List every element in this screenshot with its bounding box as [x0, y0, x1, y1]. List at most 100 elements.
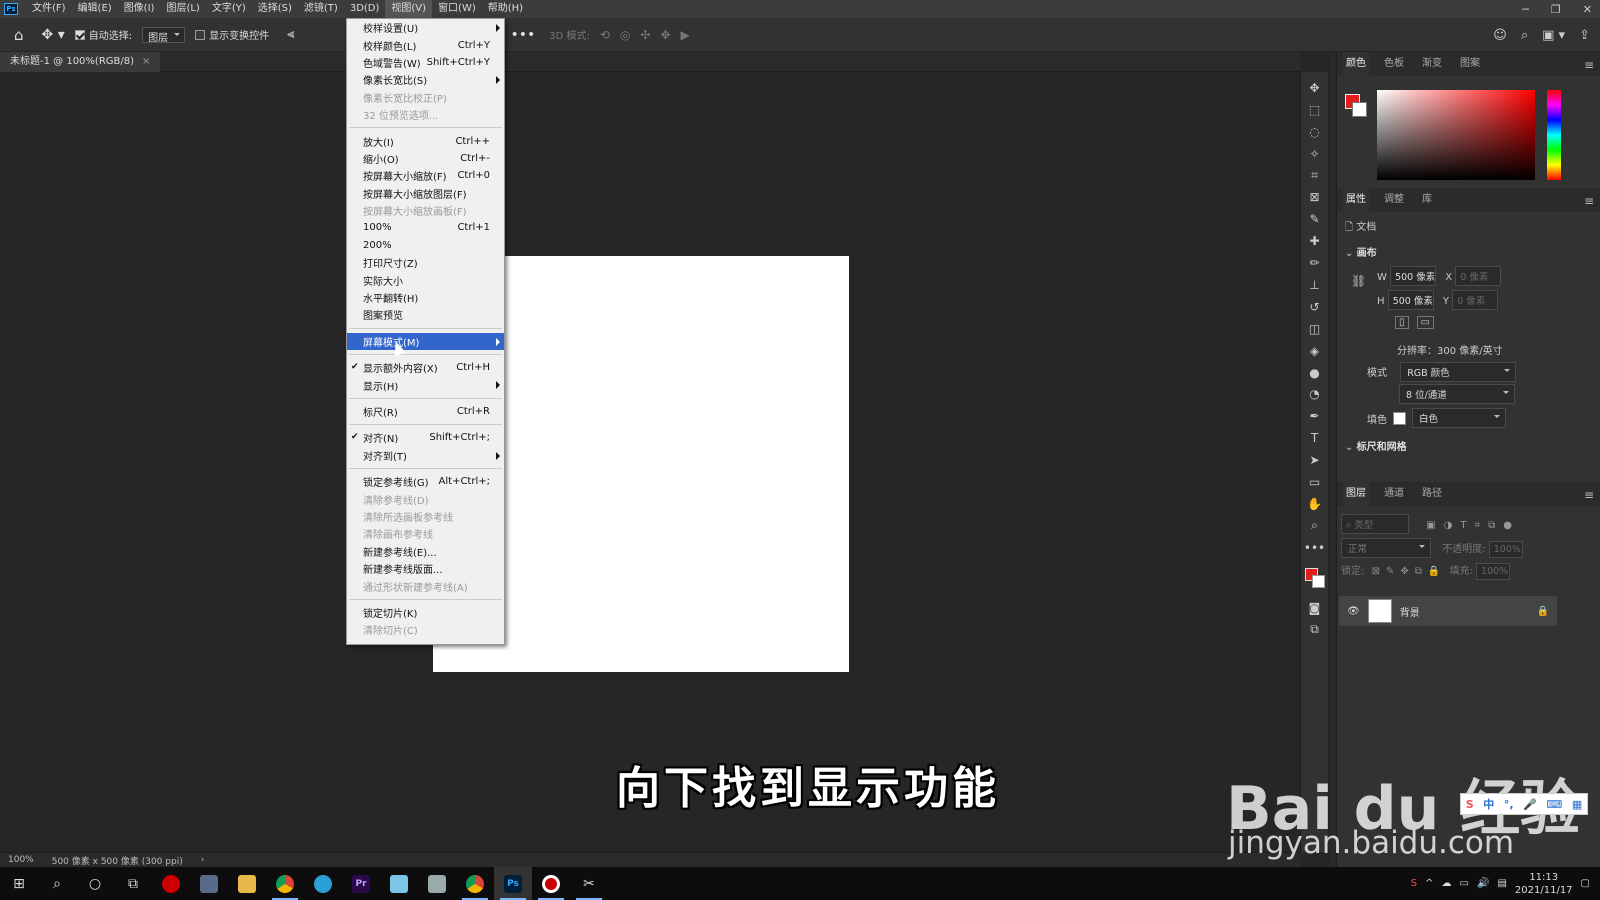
lasso-tool-icon[interactable]: ◌ [1305, 122, 1325, 142]
photoshop-logo-icon[interactable]: Ps [4, 3, 18, 15]
status-arrow-icon[interactable]: › [201, 855, 205, 865]
minimize-icon[interactable]: ─ [1522, 3, 1529, 16]
app-icon[interactable] [190, 867, 228, 900]
panel-menu-icon[interactable]: ≡ [1584, 194, 1594, 208]
menu-3[interactable]: 图层(L) [160, 0, 205, 18]
ime-toolbar[interactable]: S 中 °, 🎤 ⌨ ▦ [1460, 793, 1588, 815]
mode-dropdown[interactable]: RGB 颜色 [1400, 362, 1517, 382]
eyedropper-tool-icon[interactable]: ✎ [1305, 209, 1325, 229]
edit-toolbar-icon[interactable]: ••• [1304, 538, 1325, 558]
view-menu-item[interactable]: 像素长宽比(S) [347, 71, 504, 88]
3d-orbit-icon[interactable]: ⟲ [600, 28, 610, 42]
view-menu-item[interactable]: 缩小(O) Ctrl+- [347, 150, 504, 167]
tab-gradients[interactable]: 渐变 [1419, 52, 1445, 76]
view-menu-item[interactable]: 色域警告(W) Shift+Ctrl+Y [347, 54, 504, 71]
width-input[interactable]: 500 像素 [1390, 266, 1437, 286]
portrait-orientation-icon[interactable]: ▯ [1395, 316, 1409, 329]
x-input[interactable]: 0 像素 [1455, 266, 1502, 286]
pen-tool-icon[interactable]: ✒ [1305, 406, 1325, 426]
layer-filter-icons[interactable]: ▣◑T⌗⧉● [1426, 520, 1520, 531]
height-input[interactable]: 500 像素 [1387, 290, 1434, 310]
move-tool-preset-icon[interactable]: ✥ ▾ [42, 27, 65, 43]
view-menu-item[interactable]: 新建参考线版面... [347, 560, 504, 577]
file-explorer-icon[interactable] [228, 867, 266, 900]
type-tool-icon[interactable]: T [1305, 428, 1325, 448]
menu-7[interactable]: 3D(D) [344, 0, 386, 18]
3d-camera-icon[interactable]: ▶ [681, 28, 690, 42]
chevron-down-icon[interactable]: ⌄ [1345, 442, 1353, 453]
hue-slider[interactable] [1547, 90, 1561, 180]
panel-menu-icon[interactable]: ≡ [1584, 58, 1594, 72]
auto-select-option[interactable]: 自动选择: [74, 27, 132, 42]
blend-mode-dropdown[interactable]: 正常 [1341, 538, 1431, 558]
ime-keyboard-icon[interactable]: ⌨ [1546, 798, 1562, 811]
fill-color-swatch[interactable] [1393, 411, 1406, 425]
marquee-tool-icon[interactable]: ⬚ [1305, 100, 1325, 120]
network-icon[interactable]: ▤ [1497, 878, 1506, 889]
menu-10[interactable]: 帮助(H) [482, 0, 529, 18]
3d-pan-icon[interactable]: ✣ [640, 28, 650, 42]
tab-color[interactable]: 颜色 [1343, 52, 1369, 76]
menu-9[interactable]: 窗口(W) [432, 0, 482, 18]
restore-icon[interactable]: ❐ [1551, 3, 1561, 16]
canvas-area[interactable] [0, 72, 1280, 852]
opacity-input[interactable]: 100% [1488, 541, 1523, 558]
view-menu-item[interactable]: 按屏幕大小缩放(F) Ctrl+0 [347, 167, 504, 184]
view-menu-item[interactable]: 实际大小 [347, 271, 504, 288]
align-left-icon[interactable]: ⫷ [287, 27, 294, 42]
show-transform-checkbox[interactable] [195, 29, 206, 40]
view-menu-item[interactable]: 水平翻转(H) [347, 289, 504, 306]
auto-select-dropdown[interactable]: 图层 [142, 26, 186, 44]
hand-tool-icon[interactable]: ✋ [1305, 494, 1325, 514]
view-menu-item[interactable]: 校样颜色(L) Ctrl+Y [347, 36, 504, 53]
background-color-swatch[interactable] [1311, 574, 1325, 588]
menu-0[interactable]: 文件(F) [26, 0, 72, 18]
view-menu-item[interactable]: 打印尺寸(Z) [347, 254, 504, 271]
layer-row-background[interactable]: 👁 背景 🔒 [1339, 596, 1557, 626]
fill-dropdown[interactable]: 白色 [1412, 408, 1506, 428]
search-icon[interactable]: ⌕ [1521, 28, 1528, 43]
task-view-icon[interactable]: ⧉ [114, 867, 152, 900]
magic-wand-tool-icon[interactable]: ✧ [1305, 144, 1325, 164]
record-app-icon[interactable] [152, 867, 190, 900]
volume-icon[interactable]: 🔊 [1477, 878, 1489, 889]
eraser-tool-icon[interactable]: ◫ [1305, 319, 1325, 339]
y-input[interactable]: 0 像素 [1452, 290, 1499, 310]
capcut-icon[interactable]: ✂ [570, 867, 608, 900]
chevron-down-icon[interactable]: ⌄ [1345, 248, 1353, 259]
workspace-icon[interactable]: ▣ ▾ [1542, 28, 1565, 43]
screen-recorder-icon[interactable] [532, 867, 570, 900]
panel-menu-icon[interactable]: ≡ [1584, 488, 1594, 502]
view-menu-item[interactable]: 标尺(R) Ctrl+R [347, 403, 504, 420]
paint-bucket-tool-icon[interactable]: ◈ [1305, 341, 1325, 361]
color-panel-background[interactable] [1352, 102, 1367, 117]
tab-adjustments[interactable]: 调整 [1381, 188, 1407, 212]
rectangle-tool-icon[interactable]: ▭ [1305, 472, 1325, 492]
document-tab[interactable]: 未标题-1 @ 100%(RGB/8) × [0, 52, 161, 72]
layer-fill-input[interactable]: 100% [1476, 563, 1511, 580]
ime-tray-icon[interactable]: S [1411, 878, 1417, 889]
quick-mask-icon[interactable]: ◙ [1305, 598, 1325, 618]
ime-lang-icon[interactable]: 中 [1483, 796, 1494, 812]
view-menu-item[interactable]: 100% Ctrl+1 [347, 219, 504, 236]
view-menu-item[interactable]: 对齐到(T) [347, 447, 504, 464]
view-menu-item[interactable]: 屏幕模式(M) [347, 332, 504, 351]
more-options-icon[interactable]: ••• [510, 27, 535, 43]
zoom-level[interactable]: 100% [8, 855, 34, 865]
auto-select-checkbox[interactable] [74, 29, 85, 40]
menu-6[interactable]: 滤镜(T) [298, 0, 344, 18]
dodge-tool-icon[interactable]: ◔ [1305, 384, 1325, 404]
cortana-icon[interactable]: ○ [76, 867, 114, 900]
menu-2[interactable]: 图像(I) [118, 0, 161, 18]
healing-brush-tool-icon[interactable]: ✚ [1305, 231, 1325, 251]
tab-paths[interactable]: 路径 [1419, 482, 1445, 506]
3d-roll-icon[interactable]: ◎ [620, 28, 630, 42]
share-icon[interactable]: ⇪ [1579, 28, 1590, 43]
chrome-icon[interactable] [456, 867, 494, 900]
color-picker-field[interactable] [1377, 90, 1535, 180]
brush-tool-icon[interactable]: ✏ [1305, 253, 1325, 273]
view-menu-item[interactable]: 200% [347, 237, 504, 254]
view-menu-item[interactable]: ✔ 对齐(N) Shift+Ctrl+; [347, 429, 504, 446]
bit-depth-dropdown[interactable]: 8 位/通道 [1399, 384, 1515, 404]
history-brush-tool-icon[interactable]: ↺ [1305, 297, 1325, 317]
